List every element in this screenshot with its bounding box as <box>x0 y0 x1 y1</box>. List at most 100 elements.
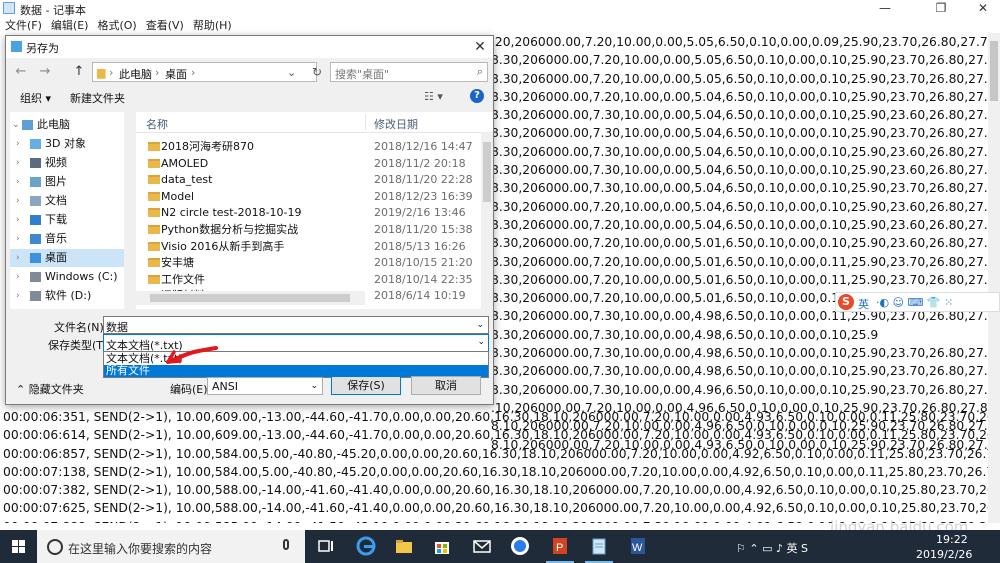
scrollbar-thumb[interactable] <box>483 142 491 202</box>
up-button[interactable]: ↑ <box>70 63 88 81</box>
store-icon[interactable] <box>432 536 452 556</box>
ime-tool-icons[interactable]: ·◐ ☺ ⌨ 👕 ⁙ <box>876 296 953 309</box>
nav-item[interactable]: ⌄ 此电脑 <box>10 116 131 134</box>
filetype-option-txt[interactable]: 文本文档(*.txt) <box>104 353 488 365</box>
nav-item[interactable]: › 视频 <box>10 154 131 172</box>
nav-item[interactable]: › 图片 <box>10 173 131 191</box>
text-line: 00:00:06:614, SEND(2->1), 10.00,609.00,-… <box>3 428 988 443</box>
file-modified-date: 2018/5/13 16:26 <box>374 239 466 253</box>
tray-icons[interactable]: ⚐ ⌃ ▭ ♪ 英 S <box>736 540 808 556</box>
file-explorer-icon[interactable] <box>394 536 414 556</box>
breadcrumb-desktop[interactable]: 桌面 <box>165 66 187 82</box>
file-row[interactable]: Python数据分析与挖掘实战 2018/11/20 15:38 <box>136 221 481 238</box>
save-button[interactable]: 保存(S) <box>331 376 401 395</box>
menu-help[interactable]: 帮助(H) <box>193 19 232 32</box>
picture-icon <box>30 177 41 187</box>
menu-edit[interactable]: 编辑(E) <box>51 19 89 32</box>
filetype-select[interactable]: 文本文档(*.txt) ⌄ <box>103 334 489 352</box>
filename-input[interactable]: 数据 ⌄ <box>103 316 489 334</box>
chevron-down-icon[interactable]: ⌄ <box>12 116 20 134</box>
scrollbar-thumb[interactable] <box>990 41 998 101</box>
cancel-button[interactable]: 取消 <box>411 376 481 395</box>
chevron-right-icon[interactable]: › <box>16 230 20 248</box>
chevron-right-icon[interactable]: › <box>16 135 20 153</box>
nav-item[interactable]: › Windows (C:) <box>10 268 131 286</box>
forward-button[interactable]: → <box>36 63 54 81</box>
notepad-taskbar-icon[interactable] <box>589 536 609 556</box>
task-view-icon[interactable] <box>316 536 336 556</box>
back-button[interactable]: ← <box>12 63 30 81</box>
mail-icon[interactable] <box>472 536 492 556</box>
chevron-right-icon[interactable]: › <box>16 268 20 286</box>
nav-item[interactable]: › 桌面 <box>10 249 131 267</box>
help-button[interactable]: ? <box>470 89 484 103</box>
file-row[interactable]: Visio 2016从新手到高手 2018/5/13 16:26 <box>136 238 481 255</box>
microphone-icon[interactable] <box>283 539 289 550</box>
menu-view[interactable]: 查看(V) <box>146 19 184 32</box>
menu-file[interactable]: 文件(F) <box>5 19 42 32</box>
text-line: 8.30,206000.00,7.20,10.00,0.00,5.05,6.50… <box>491 71 988 86</box>
file-list-scrollbar[interactable] <box>481 132 493 309</box>
column-name[interactable]: 名称 <box>146 116 168 132</box>
windows-start-icon[interactable] <box>12 540 26 554</box>
text-line: 8.30,206000.00,7.30,10.00,0.00,5.04,6.50… <box>491 144 988 159</box>
nav-item[interactable]: › 下载 <box>10 211 131 229</box>
nav-item[interactable]: › 软件 (D:) <box>10 287 131 305</box>
clock-date[interactable]: 2019/2/26 <box>916 548 972 561</box>
document-icon <box>30 196 41 206</box>
nav-pane-scrollbar[interactable] <box>124 112 131 309</box>
editor-scrollbar[interactable] <box>988 33 1000 523</box>
chevron-right-icon[interactable]: › <box>16 211 20 229</box>
chevron-right-icon[interactable]: › <box>16 173 20 191</box>
file-row[interactable]: AMOLED 2018/11/2 20:18 <box>136 155 481 172</box>
breadcrumb-this-pc[interactable]: 此电脑 <box>119 66 152 82</box>
search-input[interactable]: 搜索"桌面" ⌕ <box>330 62 488 82</box>
chevron-right-icon[interactable]: › <box>16 249 20 267</box>
menu-format[interactable]: 格式(O) <box>97 19 136 32</box>
view-options-button[interactable]: ☷ ▾ <box>424 90 443 103</box>
chevron-right-icon[interactable]: › <box>16 154 20 172</box>
address-bar[interactable]: ▆ › 此电脑 › 桌面 › ⌄ <box>92 62 317 82</box>
hide-folders-toggle[interactable]: ⌃ 隐藏文件夹 <box>16 381 84 397</box>
word-icon[interactable]: W <box>628 536 648 556</box>
file-row[interactable]: 2018河海考研870 2018/12/16 14:47 <box>136 138 481 155</box>
nav-item[interactable]: › 3D 对象 <box>10 135 131 153</box>
file-row[interactable]: 安丰塘 2018/10/15 21:20 <box>136 254 481 271</box>
chevron-down-icon[interactable]: ⌄ <box>287 66 296 79</box>
column-modified[interactable]: 修改日期 <box>374 116 418 132</box>
restore-button[interactable]: ❐ <box>918 0 964 16</box>
nav-item[interactable]: › 文档 <box>10 192 131 210</box>
powerpoint-icon[interactable]: P <box>550 536 570 556</box>
edge-icon[interactable] <box>356 536 376 556</box>
folder-icon <box>148 274 160 284</box>
ime-mode[interactable]: 英 <box>858 296 869 312</box>
file-name: 工作文件 <box>161 272 205 286</box>
file-row[interactable]: Model 2018/12/23 16:39 <box>136 188 481 205</box>
dialog-close-button[interactable]: ✕ <box>471 38 489 56</box>
file-row[interactable]: 工作文件 2018/10/14 22:35 <box>136 271 481 288</box>
sogou-logo-icon: S <box>838 294 854 310</box>
organize-button[interactable]: 组织 ▾ <box>20 90 51 106</box>
chevron-down-icon[interactable]: ⌄ <box>477 337 485 347</box>
refresh-button[interactable]: ↻ <box>307 62 327 82</box>
scrollbar-thumb[interactable] <box>150 294 350 302</box>
chevron-right-icon[interactable]: › <box>16 192 20 210</box>
clock-time[interactable]: 19:22 <box>936 533 968 546</box>
encoding-select[interactable]: ANSI ⌄ <box>207 377 323 395</box>
new-folder-button[interactable]: 新建文件夹 <box>70 90 125 106</box>
taskbar-search[interactable]: 在这里输入你要搜索的内容 <box>37 530 305 563</box>
nav-item[interactable]: › 音乐 <box>10 230 131 248</box>
ime-toolbar[interactable]: S 英 ·◐ ☺ ⌨ 👕 ⁙ <box>835 292 1000 312</box>
chevron-right-icon[interactable]: › <box>16 287 20 305</box>
encoding-label: 编码(E): <box>170 383 212 396</box>
sogou-browser-icon[interactable] <box>510 536 530 556</box>
chevron-down-icon[interactable]: ⌄ <box>476 320 484 330</box>
encoding-value: ANSI <box>212 380 238 393</box>
close-window-button[interactable]: ✕ <box>960 0 1000 16</box>
file-row[interactable]: N2 circle test-2018-10-19 2019/2/16 13:46 <box>136 204 481 221</box>
file-list-hscrollbar[interactable] <box>136 291 365 305</box>
file-row[interactable]: data_test 2018/11/20 22:28 <box>136 171 481 188</box>
minimize-button[interactable]: — <box>862 0 908 16</box>
folder-icon <box>148 208 160 218</box>
text-line: 8.30,206000.00,7.20,10.00,0.00,5.01,6.50… <box>491 272 988 287</box>
